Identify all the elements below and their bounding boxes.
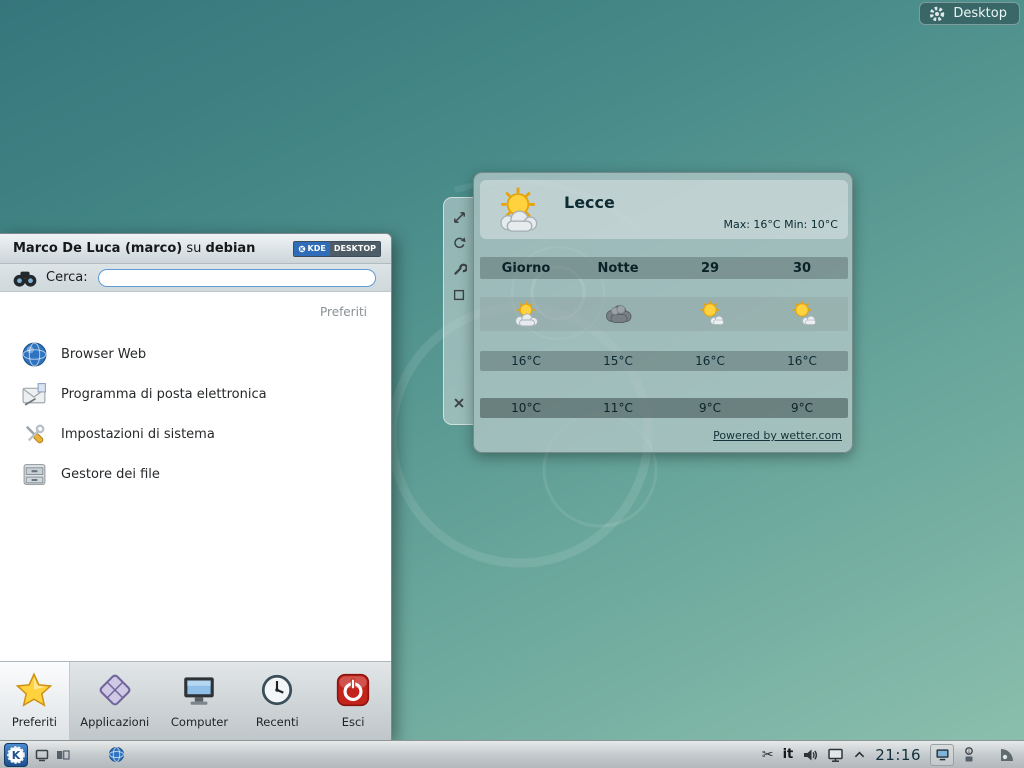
menu-item-browser-web[interactable]: Browser Web [0, 334, 391, 374]
cloudy-icon [572, 299, 664, 329]
network-monitor-icon[interactable] [827, 747, 844, 763]
weather-col-label: 29 [664, 261, 756, 276]
keyboard-layout-indicator[interactable]: it [783, 747, 794, 762]
desktop: Desktop [0, 0, 1024, 768]
day-temp: 16°C [664, 354, 756, 368]
binoculars-icon [12, 267, 38, 289]
kickoff-header: Marco De Luca (marco) su debian K KDE DE… [0, 234, 391, 264]
night-temp: 10°C [480, 401, 572, 415]
configure-icon[interactable] [450, 260, 468, 278]
menu-item-email[interactable]: Programma di posta elettronica [0, 374, 391, 414]
rotate-icon[interactable] [450, 234, 468, 252]
bottom-panel: K ✂ it [0, 740, 1024, 768]
night-temp: 9°C [664, 401, 756, 415]
panel-cashew-icon[interactable] [998, 746, 1016, 764]
search-label: Cerca: [46, 270, 88, 285]
resize-icon[interactable] [450, 208, 468, 226]
star-icon [15, 671, 53, 709]
partly-cloudy-icon [756, 299, 848, 329]
tab-esci[interactable]: Esci [315, 662, 391, 741]
power-icon [334, 671, 372, 709]
file-manager-icon [21, 461, 48, 488]
day-temp: 15°C [572, 354, 664, 368]
section-label: Preferiti [320, 305, 367, 319]
kmenu-button[interactable]: K [4, 743, 28, 767]
pager-icon[interactable] [55, 747, 70, 762]
partly-cloudy-icon [664, 299, 756, 329]
weather-col-label: Giorno [480, 261, 572, 276]
weather-day-temps: 16°C 15°C 16°C 16°C [480, 351, 848, 371]
maximize-icon[interactable] [450, 286, 468, 304]
menu-item-label: Impostazioni di sistema [61, 427, 215, 442]
menu-item-label: Programma di posta elettronica [61, 387, 267, 402]
svg-text:K: K [299, 247, 304, 253]
digital-clock[interactable]: 21:16 [875, 746, 921, 764]
tab-recenti[interactable]: Recenti [239, 662, 315, 741]
desktop-toolbox-label: Desktop [953, 6, 1007, 21]
weather-credit-link[interactable]: Powered by wetter.com [713, 429, 842, 442]
widget-handle[interactable] [443, 197, 474, 425]
tab-label: Computer [171, 715, 228, 729]
desktop-toolbox[interactable]: Desktop [919, 2, 1020, 25]
kickoff-menu: Marco De Luca (marco) su debian K KDE DE… [0, 233, 392, 740]
tab-label: Preferiti [12, 715, 57, 729]
kickoff-tab-bar: Preferiti Applicazioni [0, 661, 391, 741]
weather-col-label: Notte [572, 261, 664, 276]
computer-icon [180, 671, 218, 709]
kde-logo-icon: K [298, 245, 306, 253]
night-temp: 11°C [572, 401, 664, 415]
tab-label: Applicazioni [80, 715, 149, 729]
user-name: Marco De Luca (marco) su debian [13, 241, 255, 256]
kde-logo-icon: K [6, 745, 26, 765]
tray-expand-chevron-icon[interactable] [853, 749, 866, 760]
system-tray: ✂ it 21:16 [762, 744, 1020, 766]
mail-icon [21, 381, 48, 408]
applications-icon [96, 671, 134, 709]
weather-col-label: 30 [756, 261, 848, 276]
weather-city: Lecce [564, 193, 615, 212]
weather-condition-icon [492, 186, 544, 232]
weather-column-headers: Giorno Notte 29 30 [480, 257, 848, 279]
globe-icon [21, 341, 48, 368]
display-settings-icon[interactable] [930, 744, 954, 766]
menu-item-system-settings[interactable]: Impostazioni di sistema [0, 414, 391, 454]
night-temp: 9°C [756, 401, 848, 415]
klipper-scissors-icon[interactable]: ✂ [762, 747, 774, 763]
weather-widget: Lecce Max: 16°C Min: 10°C Giorno Notte 2… [473, 172, 853, 453]
tools-icon [21, 421, 48, 448]
notifications-icon[interactable] [963, 747, 975, 763]
show-desktop-icon[interactable] [34, 747, 49, 762]
gear-icon [928, 5, 946, 23]
partly-cloudy-icon [480, 299, 572, 329]
volume-icon[interactable] [802, 747, 818, 763]
search-input[interactable] [98, 269, 376, 287]
menu-item-label: Browser Web [61, 347, 146, 362]
svg-text:K: K [12, 749, 21, 762]
tab-preferiti[interactable]: Preferiti [0, 662, 70, 741]
weather-max-min: Max: 16°C Min: 10°C [723, 218, 838, 231]
weather-icon-row [480, 297, 848, 331]
day-temp: 16°C [756, 354, 848, 368]
browser-launcher-globe-icon[interactable] [108, 746, 125, 763]
weather-night-temps: 10°C 11°C 9°C 9°C [480, 398, 848, 418]
tab-computer[interactable]: Computer [160, 662, 240, 741]
kde-brand-badge: K KDE DESKTOP [293, 241, 382, 257]
menu-item-label: Gestore dei file [61, 467, 160, 482]
tab-applicazioni[interactable]: Applicazioni [70, 662, 160, 741]
day-temp: 16°C [480, 354, 572, 368]
tab-label: Esci [342, 715, 365, 729]
kickoff-search-row: Cerca: [0, 264, 391, 292]
weather-header: Lecce Max: 16°C Min: 10°C [480, 180, 848, 239]
menu-item-file-manager[interactable]: Gestore dei file [0, 454, 391, 494]
clock-icon [258, 671, 296, 709]
kickoff-body: Preferiti Browser Web [0, 292, 391, 661]
close-icon[interactable] [450, 394, 468, 412]
tab-label: Recenti [256, 715, 299, 729]
